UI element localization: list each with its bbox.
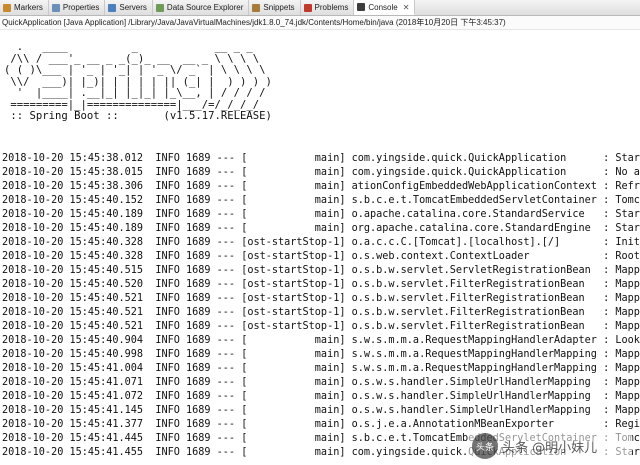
log-line: 2018-10-20 15:45:40.328 INFO 1689 --- [o… xyxy=(2,251,640,262)
log-line: 2018-10-20 15:45:40.152 INFO 1689 --- [ … xyxy=(2,195,640,206)
view-tab-bar: Markers Properties Servers Data Source Expl… xyxy=(0,0,640,16)
console-output[interactable]: . ____ _ __ _ _ /\\ / ___'_ __ _ _(_)_ _… xyxy=(0,30,640,465)
log-line: 2018-10-20 15:45:41.145 INFO 1689 --- [ … xyxy=(2,405,640,416)
tab-snippets[interactable]: Snippets xyxy=(249,0,301,15)
log-line: 2018-10-20 15:45:40.998 INFO 1689 --- [ … xyxy=(2,349,640,360)
log-line: 2018-10-20 15:45:41.072 INFO 1689 --- [ … xyxy=(2,391,640,402)
log-line: 2018-10-20 15:45:40.904 INFO 1689 --- [ … xyxy=(2,335,640,346)
snippets-icon xyxy=(252,3,261,12)
log-line: 2018-10-20 15:45:41.071 INFO 1689 --- [ … xyxy=(2,377,640,388)
servers-icon xyxy=(108,3,117,12)
tab-markers[interactable]: Markers xyxy=(0,0,49,15)
watermark-logo: 头条 xyxy=(472,433,498,459)
log-lines: 2018-10-20 15:45:38.012 INFO 1689 --- [ … xyxy=(2,152,640,460)
tab-properties[interactable]: Properties xyxy=(49,0,106,15)
close-icon[interactable]: ✕ xyxy=(403,3,410,12)
log-line: 2018-10-20 15:45:38.012 INFO 1689 --- [ … xyxy=(2,153,640,164)
log-line: 2018-10-20 15:45:40.521 INFO 1689 --- [o… xyxy=(2,307,640,318)
tab-bar-spacer xyxy=(415,0,640,15)
tab-problems[interactable]: Problems xyxy=(301,0,355,15)
tab-label: Properties xyxy=(62,3,100,12)
tab-servers[interactable]: Servers xyxy=(105,0,153,15)
tab-label: Problems xyxy=(314,3,349,12)
log-line: 2018-10-20 15:45:38.306 INFO 1689 --- [ … xyxy=(2,181,640,192)
watermark: 头条 头条 @明小妹儿 xyxy=(468,429,632,463)
log-line: 2018-10-20 15:45:40.515 INFO 1689 --- [o… xyxy=(2,265,640,276)
tab-console[interactable]: Console ✕ xyxy=(354,0,416,15)
tab-label: Markers xyxy=(14,3,43,12)
data-source-icon xyxy=(155,3,164,12)
log-line: 2018-10-20 15:45:41.004 INFO 1689 --- [ … xyxy=(2,363,640,374)
console-description: QuickApplication [Java Application] /Lib… xyxy=(0,16,640,30)
log-line: 2018-10-20 15:45:40.189 INFO 1689 --- [ … xyxy=(2,223,640,234)
console-icon xyxy=(357,3,366,11)
markers-icon xyxy=(3,3,11,12)
watermark-text: 头条 @明小妹儿 xyxy=(502,440,598,456)
log-line: 2018-10-20 15:45:40.189 INFO 1689 --- [ … xyxy=(2,209,640,220)
log-line: 2018-10-20 15:45:40.521 INFO 1689 --- [o… xyxy=(2,321,640,332)
tab-data-source-explorer[interactable]: Data Source Explorer xyxy=(153,0,250,15)
tab-label: Data Source Explorer xyxy=(166,3,244,12)
spring-boot-banner: . ____ _ __ _ _ /\\ / ___'_ __ _ _(_)_ _… xyxy=(4,41,272,122)
log-line: 2018-10-20 15:45:40.328 INFO 1689 --- [o… xyxy=(2,237,640,248)
log-line: 2018-10-20 15:45:38.015 INFO 1689 --- [ … xyxy=(2,167,640,178)
tab-label: Console xyxy=(368,2,398,12)
tab-label: Snippets xyxy=(263,3,295,12)
tab-label: Servers xyxy=(119,3,147,12)
properties-icon xyxy=(51,3,60,12)
problems-icon xyxy=(303,3,312,12)
log-line: 2018-10-20 15:45:40.520 INFO 1689 --- [o… xyxy=(2,279,640,290)
log-line: 2018-10-20 15:45:40.521 INFO 1689 --- [o… xyxy=(2,293,640,304)
